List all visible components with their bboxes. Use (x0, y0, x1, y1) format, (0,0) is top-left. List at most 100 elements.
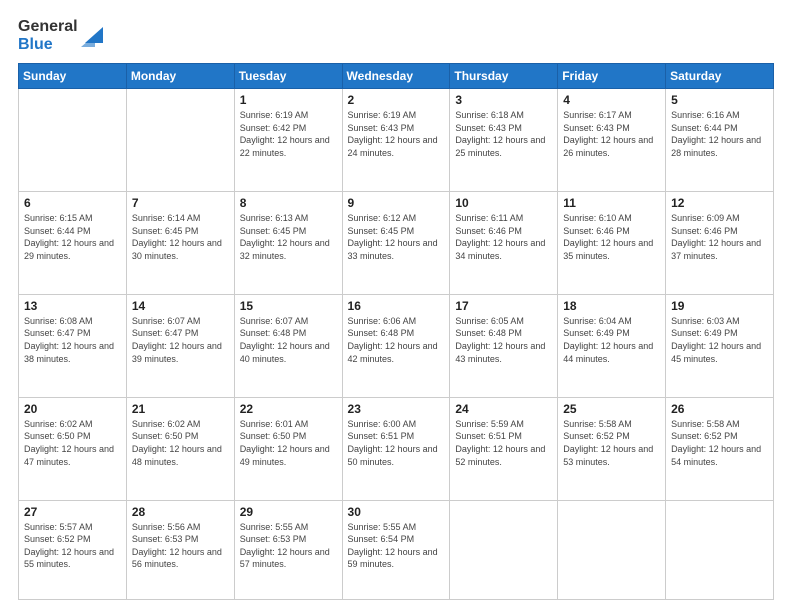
day-info: Sunrise: 6:03 AM Sunset: 6:49 PM Dayligh… (671, 315, 768, 365)
day-number: 27 (24, 505, 121, 519)
day-number: 1 (240, 93, 337, 107)
day-cell: 9 Sunrise: 6:12 AM Sunset: 6:45 PM Daylig… (342, 192, 450, 295)
day-number: 9 (348, 196, 445, 210)
day-number: 28 (132, 505, 229, 519)
day-number: 12 (671, 196, 768, 210)
week-row-3: 13 Sunrise: 6:08 AM Sunset: 6:47 PM Dayli… (19, 294, 774, 397)
day-info: Sunrise: 6:14 AM Sunset: 6:45 PM Dayligh… (132, 212, 229, 262)
day-info: Sunrise: 6:19 AM Sunset: 6:42 PM Dayligh… (240, 109, 337, 159)
day-cell: 11 Sunrise: 6:10 AM Sunset: 6:46 PM Dayli… (558, 192, 666, 295)
day-info: Sunrise: 6:08 AM Sunset: 6:47 PM Dayligh… (24, 315, 121, 365)
week-row-2: 6 Sunrise: 6:15 AM Sunset: 6:44 PM Daylig… (19, 192, 774, 295)
day-cell: 7 Sunrise: 6:14 AM Sunset: 6:45 PM Daylig… (126, 192, 234, 295)
day-cell: 1 Sunrise: 6:19 AM Sunset: 6:42 PM Daylig… (234, 89, 342, 192)
day-info: Sunrise: 6:00 AM Sunset: 6:51 PM Dayligh… (348, 418, 445, 468)
day-cell: 21 Sunrise: 6:02 AM Sunset: 6:50 PM Dayli… (126, 397, 234, 500)
day-number: 7 (132, 196, 229, 210)
day-cell: 12 Sunrise: 6:09 AM Sunset: 6:46 PM Dayli… (666, 192, 774, 295)
day-info: Sunrise: 6:02 AM Sunset: 6:50 PM Dayligh… (132, 418, 229, 468)
day-cell: 16 Sunrise: 6:06 AM Sunset: 6:48 PM Dayli… (342, 294, 450, 397)
day-info: Sunrise: 6:16 AM Sunset: 6:44 PM Dayligh… (671, 109, 768, 159)
day-number: 21 (132, 402, 229, 416)
header-thursday: Thursday (450, 64, 558, 89)
day-cell: 13 Sunrise: 6:08 AM Sunset: 6:47 PM Dayli… (19, 294, 127, 397)
day-info: Sunrise: 5:55 AM Sunset: 6:53 PM Dayligh… (240, 521, 337, 571)
day-info: Sunrise: 6:15 AM Sunset: 6:44 PM Dayligh… (24, 212, 121, 262)
day-number: 14 (132, 299, 229, 313)
day-cell (19, 89, 127, 192)
day-cell: 3Sunrise: 6:18 AM Sunset: 6:43 PM Daylig… (450, 89, 558, 192)
day-number: 16 (348, 299, 445, 313)
day-info: Sunrise: 5:57 AM Sunset: 6:52 PM Dayligh… (24, 521, 121, 571)
day-cell: 4Sunrise: 6:17 AM Sunset: 6:43 PM Daylig… (558, 89, 666, 192)
header-monday: Monday (126, 64, 234, 89)
week-row-4: 20 Sunrise: 6:02 AM Sunset: 6:50 PM Dayli… (19, 397, 774, 500)
day-number: 13 (24, 299, 121, 313)
day-info: Sunrise: 6:11 AM Sunset: 6:46 PM Dayligh… (455, 212, 552, 262)
day-info: Sunrise: 6:19 AM Sunset: 6:43 PM Dayligh… (348, 109, 445, 159)
logo-triangle-icon (81, 25, 103, 47)
day-info: Sunrise: 6:05 AM Sunset: 6:48 PM Dayligh… (455, 315, 552, 365)
day-cell: 15Sunrise: 6:07 AM Sunset: 6:48 PM Dayli… (234, 294, 342, 397)
day-cell: 28 Sunrise: 5:56 AM Sunset: 6:53 PM Dayli… (126, 500, 234, 599)
day-info: Sunrise: 6:12 AM Sunset: 6:45 PM Dayligh… (348, 212, 445, 262)
day-info: Sunrise: 6:13 AM Sunset: 6:45 PM Dayligh… (240, 212, 337, 262)
calendar-header-row: SundayMondayTuesdayWednesdayThursdayFrid… (19, 64, 774, 89)
day-info: Sunrise: 6:04 AM Sunset: 6:49 PM Dayligh… (563, 315, 660, 365)
day-number: 2 (348, 93, 445, 107)
day-number: 5 (671, 93, 768, 107)
day-cell: 17 Sunrise: 6:05 AM Sunset: 6:48 PM Dayli… (450, 294, 558, 397)
day-number: 4 (563, 93, 660, 107)
day-number: 3 (455, 93, 552, 107)
day-cell: 25Sunrise: 5:58 AM Sunset: 6:52 PM Dayli… (558, 397, 666, 500)
day-number: 6 (24, 196, 121, 210)
header-saturday: Saturday (666, 64, 774, 89)
day-number: 10 (455, 196, 552, 210)
day-number: 11 (563, 196, 660, 210)
day-number: 22 (240, 402, 337, 416)
day-cell (558, 500, 666, 599)
header-friday: Friday (558, 64, 666, 89)
day-number: 8 (240, 196, 337, 210)
header-sunday: Sunday (19, 64, 127, 89)
day-cell (450, 500, 558, 599)
day-cell: 14Sunrise: 6:07 AM Sunset: 6:47 PM Dayli… (126, 294, 234, 397)
day-cell: 18 Sunrise: 6:04 AM Sunset: 6:49 PM Dayli… (558, 294, 666, 397)
day-info: Sunrise: 6:09 AM Sunset: 6:46 PM Dayligh… (671, 212, 768, 262)
week-row-5: 27 Sunrise: 5:57 AM Sunset: 6:52 PM Dayli… (19, 500, 774, 599)
page: General Blue SundayMondayTuesdayWednesda… (0, 0, 792, 612)
day-cell (126, 89, 234, 192)
day-info: Sunrise: 5:58 AM Sunset: 6:52 PM Dayligh… (563, 418, 660, 468)
calendar-table: SundayMondayTuesdayWednesdayThursdayFrid… (18, 63, 774, 600)
day-cell: 27 Sunrise: 5:57 AM Sunset: 6:52 PM Dayli… (19, 500, 127, 599)
day-info: Sunrise: 6:02 AM Sunset: 6:50 PM Dayligh… (24, 418, 121, 468)
day-cell: 8 Sunrise: 6:13 AM Sunset: 6:45 PM Daylig… (234, 192, 342, 295)
day-number: 17 (455, 299, 552, 313)
day-cell: 24Sunrise: 5:59 AM Sunset: 6:51 PM Dayli… (450, 397, 558, 500)
day-number: 18 (563, 299, 660, 313)
day-cell: 19 Sunrise: 6:03 AM Sunset: 6:49 PM Dayli… (666, 294, 774, 397)
day-number: 30 (348, 505, 445, 519)
day-cell: 2 Sunrise: 6:19 AM Sunset: 6:43 PM Daylig… (342, 89, 450, 192)
day-number: 26 (671, 402, 768, 416)
day-info: Sunrise: 6:01 AM Sunset: 6:50 PM Dayligh… (240, 418, 337, 468)
day-info: Sunrise: 5:56 AM Sunset: 6:53 PM Dayligh… (132, 521, 229, 571)
day-cell: 29Sunrise: 5:55 AM Sunset: 6:53 PM Dayli… (234, 500, 342, 599)
day-cell: 23Sunrise: 6:00 AM Sunset: 6:51 PM Dayli… (342, 397, 450, 500)
header: General Blue (18, 18, 774, 53)
day-cell: 26 Sunrise: 5:58 AM Sunset: 6:52 PM Dayli… (666, 397, 774, 500)
day-cell: 20 Sunrise: 6:02 AM Sunset: 6:50 PM Dayli… (19, 397, 127, 500)
day-number: 20 (24, 402, 121, 416)
day-info: Sunrise: 5:55 AM Sunset: 6:54 PM Dayligh… (348, 521, 445, 571)
logo: General Blue (18, 18, 103, 53)
day-cell: 30 Sunrise: 5:55 AM Sunset: 6:54 PM Dayli… (342, 500, 450, 599)
day-info: Sunrise: 6:10 AM Sunset: 6:46 PM Dayligh… (563, 212, 660, 262)
header-tuesday: Tuesday (234, 64, 342, 89)
day-number: 15 (240, 299, 337, 313)
header-wednesday: Wednesday (342, 64, 450, 89)
day-info: Sunrise: 5:58 AM Sunset: 6:52 PM Dayligh… (671, 418, 768, 468)
day-number: 19 (671, 299, 768, 313)
day-info: Sunrise: 5:59 AM Sunset: 6:51 PM Dayligh… (455, 418, 552, 468)
day-cell (666, 500, 774, 599)
day-info: Sunrise: 6:06 AM Sunset: 6:48 PM Dayligh… (348, 315, 445, 365)
